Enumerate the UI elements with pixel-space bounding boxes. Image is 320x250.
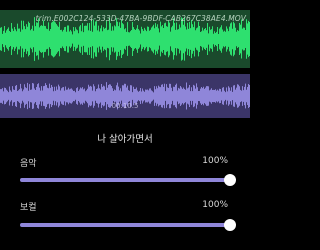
music-track[interactable]: trim.E002C124-533D-47BA-9BDF-CAB267C38AE… [0, 10, 250, 68]
vocal-volume-slider[interactable] [20, 219, 236, 231]
vocal-track[interactable]: 00:10.5 [0, 74, 250, 118]
music-volume-track [20, 178, 230, 182]
audio-mixer-screen: trim.E002C124-533D-47BA-9BDF-CAB267C38AE… [0, 0, 250, 250]
music-volume-thumb[interactable] [224, 174, 236, 186]
music-volume-label: 음악 [20, 159, 37, 169]
vocal-volume-track [20, 223, 230, 227]
music-volume-value: 100% [202, 156, 228, 166]
playback-time: 00:10.5 [111, 102, 139, 110]
vocal-waveform [0, 82, 250, 110]
vocal-volume-value: 100% [202, 200, 228, 210]
song-title: 나 살아가면서 [97, 134, 153, 145]
vocal-volume-label: 보컬 [20, 203, 37, 213]
vocal-volume-thumb[interactable] [224, 219, 236, 231]
track-filename: trim.E002C124-533D-47BA-9BDF-CAB267C38AE… [35, 14, 246, 23]
music-volume-slider[interactable] [20, 174, 236, 186]
